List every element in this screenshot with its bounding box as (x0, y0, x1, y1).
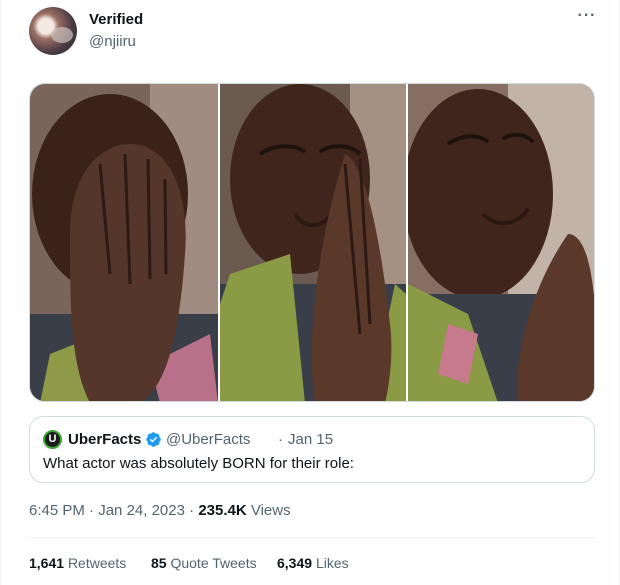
author-display-name[interactable]: Verified (89, 11, 143, 28)
author-handle[interactable]: @njiiru (89, 33, 136, 50)
views-count: 235.4K (198, 502, 247, 519)
quoted-tweet-text: What actor was absolutely BORN for their… (43, 455, 354, 472)
tweet-time[interactable]: 6:45 PM (29, 502, 85, 519)
views-label: Views (250, 502, 291, 519)
tweet-media[interactable] (29, 83, 595, 402)
likes-stat[interactable]: 6,349 Likes (277, 555, 349, 571)
tweet-meta: 6:45 PM · Jan 24, 2023 · 235.4K Views (29, 502, 291, 519)
likes-label: Likes (315, 555, 349, 571)
quoted-author-handle: @UberFacts (166, 431, 251, 448)
media-photo-1[interactable] (30, 84, 218, 401)
more-options-icon[interactable]: ··· (575, 8, 599, 28)
quote-tweets-label: Quote Tweets (170, 555, 257, 571)
retweets-stat[interactable]: 1,641 Retweets (29, 555, 126, 571)
photo-face-covered (30, 84, 218, 401)
avatar[interactable] (29, 7, 77, 55)
meta-separator: · (189, 502, 195, 519)
likes-count: 6,349 (277, 555, 313, 571)
quoted-tweet[interactable]: U UberFacts @UberFacts · Jan 15 What act… (29, 416, 595, 483)
media-photo-2[interactable] (220, 84, 406, 401)
quote-tweets-count: 85 (151, 555, 167, 571)
quoted-date[interactable]: Jan 15 (288, 431, 333, 448)
tweet-detail: Verified @njiiru ··· U UberFacts @UberFa… (0, 0, 620, 585)
quote-tweets-stat[interactable]: 85 Quote Tweets (151, 555, 257, 571)
retweets-label: Retweets (67, 555, 127, 571)
meta-separator: · (89, 502, 95, 519)
photo-praying-hands (220, 84, 406, 401)
tweet-date[interactable]: Jan 24, 2023 (98, 502, 185, 519)
quoted-author-name: UberFacts (68, 431, 142, 448)
divider (29, 537, 595, 538)
quoted-separator: · (278, 431, 283, 448)
retweets-count: 1,641 (29, 555, 65, 571)
verified-badge-icon (146, 432, 161, 447)
photo-looking-up (408, 84, 594, 401)
uberfacts-logo: U (43, 430, 62, 449)
media-photo-3[interactable] (408, 84, 594, 401)
